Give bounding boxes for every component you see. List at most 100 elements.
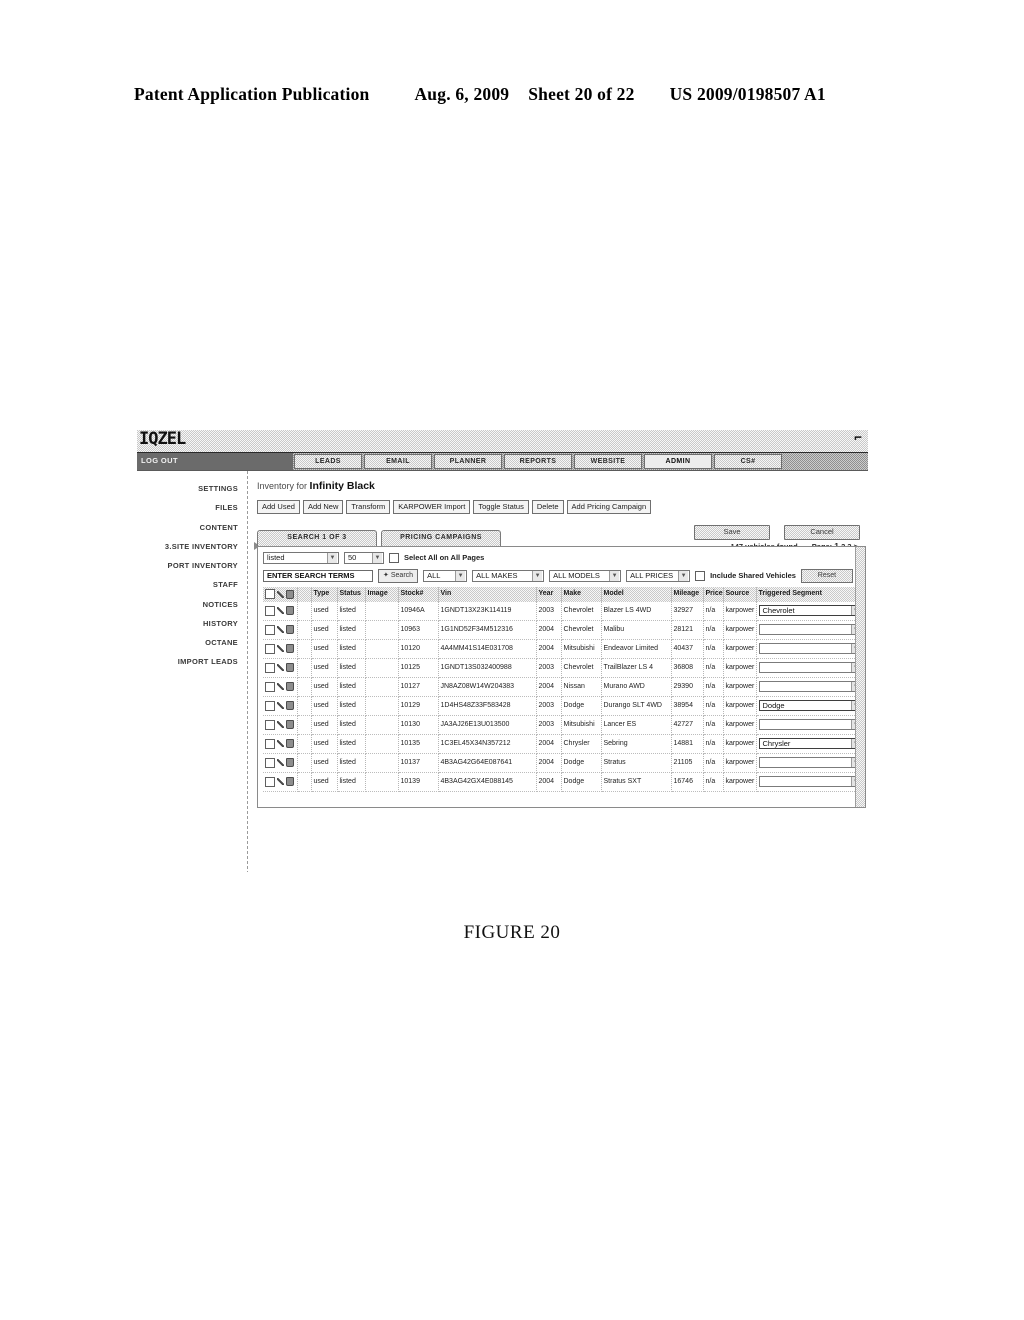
trash-icon[interactable]	[286, 606, 294, 616]
table-row[interactable]: used listed 10130 JA3AJ26E13U013500 2003 Mits…	[263, 715, 865, 735]
search-input[interactable]: ENTER SEARCH TERMS	[263, 569, 373, 582]
prices-filter-select[interactable]: ALL PRICES ▼	[626, 569, 691, 582]
triggered-segment-select[interactable]: ▼	[758, 719, 863, 731]
trash-icon[interactable]	[286, 625, 294, 635]
nav-tab-email[interactable]: EMAIL	[364, 454, 432, 469]
trash-icon[interactable]	[286, 720, 294, 730]
per-page-select[interactable]: 50 ▼	[344, 551, 384, 564]
select-all-rows-checkbox[interactable]	[265, 589, 275, 600]
sidebar-item-history[interactable]: HISTORY	[137, 619, 247, 628]
tab-pricing-campaigns[interactable]: PRICING CAMPAIGNS	[381, 529, 501, 546]
edit-icon[interactable]	[277, 759, 284, 767]
nav-tab-website[interactable]: WEBSITE	[574, 454, 642, 469]
table-row[interactable]: used listed 10139 4B3AG42GX4E088145 2004 Dodg…	[263, 772, 865, 792]
edit-icon[interactable]	[277, 740, 284, 748]
sidebar-item-octane[interactable]: OCTANE	[137, 638, 247, 647]
header-source[interactable]: Source	[723, 586, 757, 602]
sidebar-item-content[interactable]: CONTENT	[137, 523, 247, 532]
table-row[interactable]: used listed 10127 JN8AZ08W14W204383 2004 Niss…	[263, 677, 865, 697]
nav-tab-cs[interactable]: CS#	[714, 454, 782, 469]
edit-icon[interactable]	[277, 778, 284, 786]
tab-search-1-of-3[interactable]: SEARCH 1 OF 3	[257, 529, 377, 546]
add-used-button[interactable]: Add Used	[257, 499, 300, 514]
sidebar-item-settings[interactable]: SETTINGS	[137, 484, 247, 493]
edit-icon[interactable]	[277, 626, 284, 634]
logout-button[interactable]: LOG OUT	[137, 453, 293, 470]
sidebar-item-files[interactable]: FILES	[137, 504, 247, 512]
header-make[interactable]: Make	[561, 586, 602, 602]
nav-tab-reports[interactable]: REPORTS	[504, 454, 572, 469]
header-triggered-segment[interactable]: Triggered Segment	[756, 586, 865, 602]
table-row[interactable]: used listed 10135 1C3EL45X34N357212 2004 Chry…	[263, 734, 865, 754]
header-mileage[interactable]: Mileage	[671, 586, 704, 602]
trash-icon[interactable]	[286, 701, 294, 711]
triggered-segment-select[interactable]: ▼	[758, 624, 863, 636]
header-year[interactable]: Year	[536, 586, 562, 602]
table-row[interactable]: used listed 10963 1G1ND52F34M512316 2004 Chev…	[263, 620, 865, 640]
triggered-segment-select[interactable]: Chevrolet▼	[758, 605, 863, 617]
transform-button[interactable]: Transform	[346, 499, 391, 514]
header-status[interactable]: Status	[337, 586, 366, 602]
toggle-status-button[interactable]: Toggle Status	[473, 499, 529, 514]
edit-icon[interactable]	[277, 702, 284, 710]
table-row[interactable]: used listed 10120 4A4MM41S14E031708 2004 Mits…	[263, 639, 865, 659]
edit-icon[interactable]	[277, 664, 284, 672]
triggered-segment-select[interactable]: ▼	[758, 662, 863, 674]
search-button[interactable]: ✦ Search	[378, 568, 419, 583]
nav-tab-admin[interactable]: ADMIN	[644, 454, 712, 469]
triggered-segment-select[interactable]: ▼	[758, 776, 863, 788]
nav-tab-leads[interactable]: LEADS	[294, 454, 362, 469]
trash-icon[interactable]	[286, 739, 294, 749]
trash-icon[interactable]	[286, 663, 294, 673]
row-checkbox[interactable]	[265, 757, 275, 768]
edit-icon[interactable]	[277, 721, 284, 729]
row-checkbox[interactable]	[265, 662, 275, 673]
sidebar-item-site-inventory[interactable]: 3.SITE INVENTORY	[137, 541, 260, 551]
table-row[interactable]: used listed 10129 1D4HS48Z33F583428 2003 Dodg…	[263, 696, 865, 716]
table-row[interactable]: used listed 10946A 1GNDT13X23K114119 2003 Che…	[263, 601, 865, 621]
trash-icon[interactable]	[286, 682, 294, 692]
sidebar-item-port-inventory[interactable]: PORT INVENTORY	[137, 561, 247, 570]
table-row[interactable]: used listed 10125 1GNDT13S032400988 2003 Chev…	[263, 658, 865, 678]
row-checkbox[interactable]	[265, 605, 275, 616]
row-checkbox[interactable]	[265, 776, 275, 787]
row-checkbox[interactable]	[265, 700, 275, 711]
triggered-segment-select[interactable]: Dodge▼	[758, 700, 863, 712]
header-vin[interactable]: Vin	[438, 586, 537, 602]
all-filter-select[interactable]: ALL ▼	[423, 569, 468, 582]
select-all-checkbox[interactable]	[389, 552, 399, 563]
header-type[interactable]: Type	[311, 586, 338, 602]
header-price[interactable]: Price	[703, 586, 724, 602]
trash-icon[interactable]	[286, 758, 294, 768]
save-button[interactable]: Save	[694, 525, 770, 540]
nav-tab-planner[interactable]: PLANNER	[434, 454, 502, 469]
table-row[interactable]: used listed 10137 4B3AG42G64E087641 2004 Dodg…	[263, 753, 865, 773]
cancel-button[interactable]: Cancel	[784, 525, 860, 540]
sidebar-item-import-leads[interactable]: IMPORT LEADS	[137, 658, 247, 666]
triggered-segment-select[interactable]: ▼	[758, 757, 863, 769]
header-model[interactable]: Model	[601, 586, 672, 602]
makes-filter-select[interactable]: ALL MAKES ▼	[472, 569, 545, 582]
row-checkbox[interactable]	[265, 643, 275, 654]
models-filter-select[interactable]: ALL MODELS ▼	[549, 569, 622, 582]
delete-button[interactable]: Delete	[531, 499, 564, 514]
header-stock[interactable]: Stock#	[398, 586, 439, 602]
trash-icon[interactable]	[286, 777, 294, 787]
status-filter-select[interactable]: listed ▼	[263, 551, 339, 564]
triggered-segment-select[interactable]: Chrysler▼	[758, 738, 863, 750]
karpower-import-button[interactable]: KARPOWER Import	[393, 499, 471, 514]
header-image[interactable]: Image	[365, 586, 399, 602]
add-new-button[interactable]: Add New	[302, 499, 344, 514]
table-scrollbar[interactable]	[855, 546, 865, 807]
row-checkbox[interactable]	[265, 624, 275, 635]
edit-icon[interactable]	[277, 645, 284, 653]
add-pricing-campaign-button[interactable]: Add Pricing Campaign	[566, 499, 652, 514]
sidebar-item-staff[interactable]: STAFF	[137, 581, 247, 589]
triggered-segment-select[interactable]: ▼	[758, 643, 863, 655]
window-control-icon[interactable]: ⌐	[854, 431, 862, 446]
edit-icon[interactable]	[277, 607, 284, 615]
row-checkbox[interactable]	[265, 681, 275, 692]
triggered-segment-select[interactable]: ▼	[758, 681, 863, 693]
reset-button[interactable]: Reset	[800, 568, 853, 583]
include-shared-checkbox[interactable]	[695, 570, 706, 581]
